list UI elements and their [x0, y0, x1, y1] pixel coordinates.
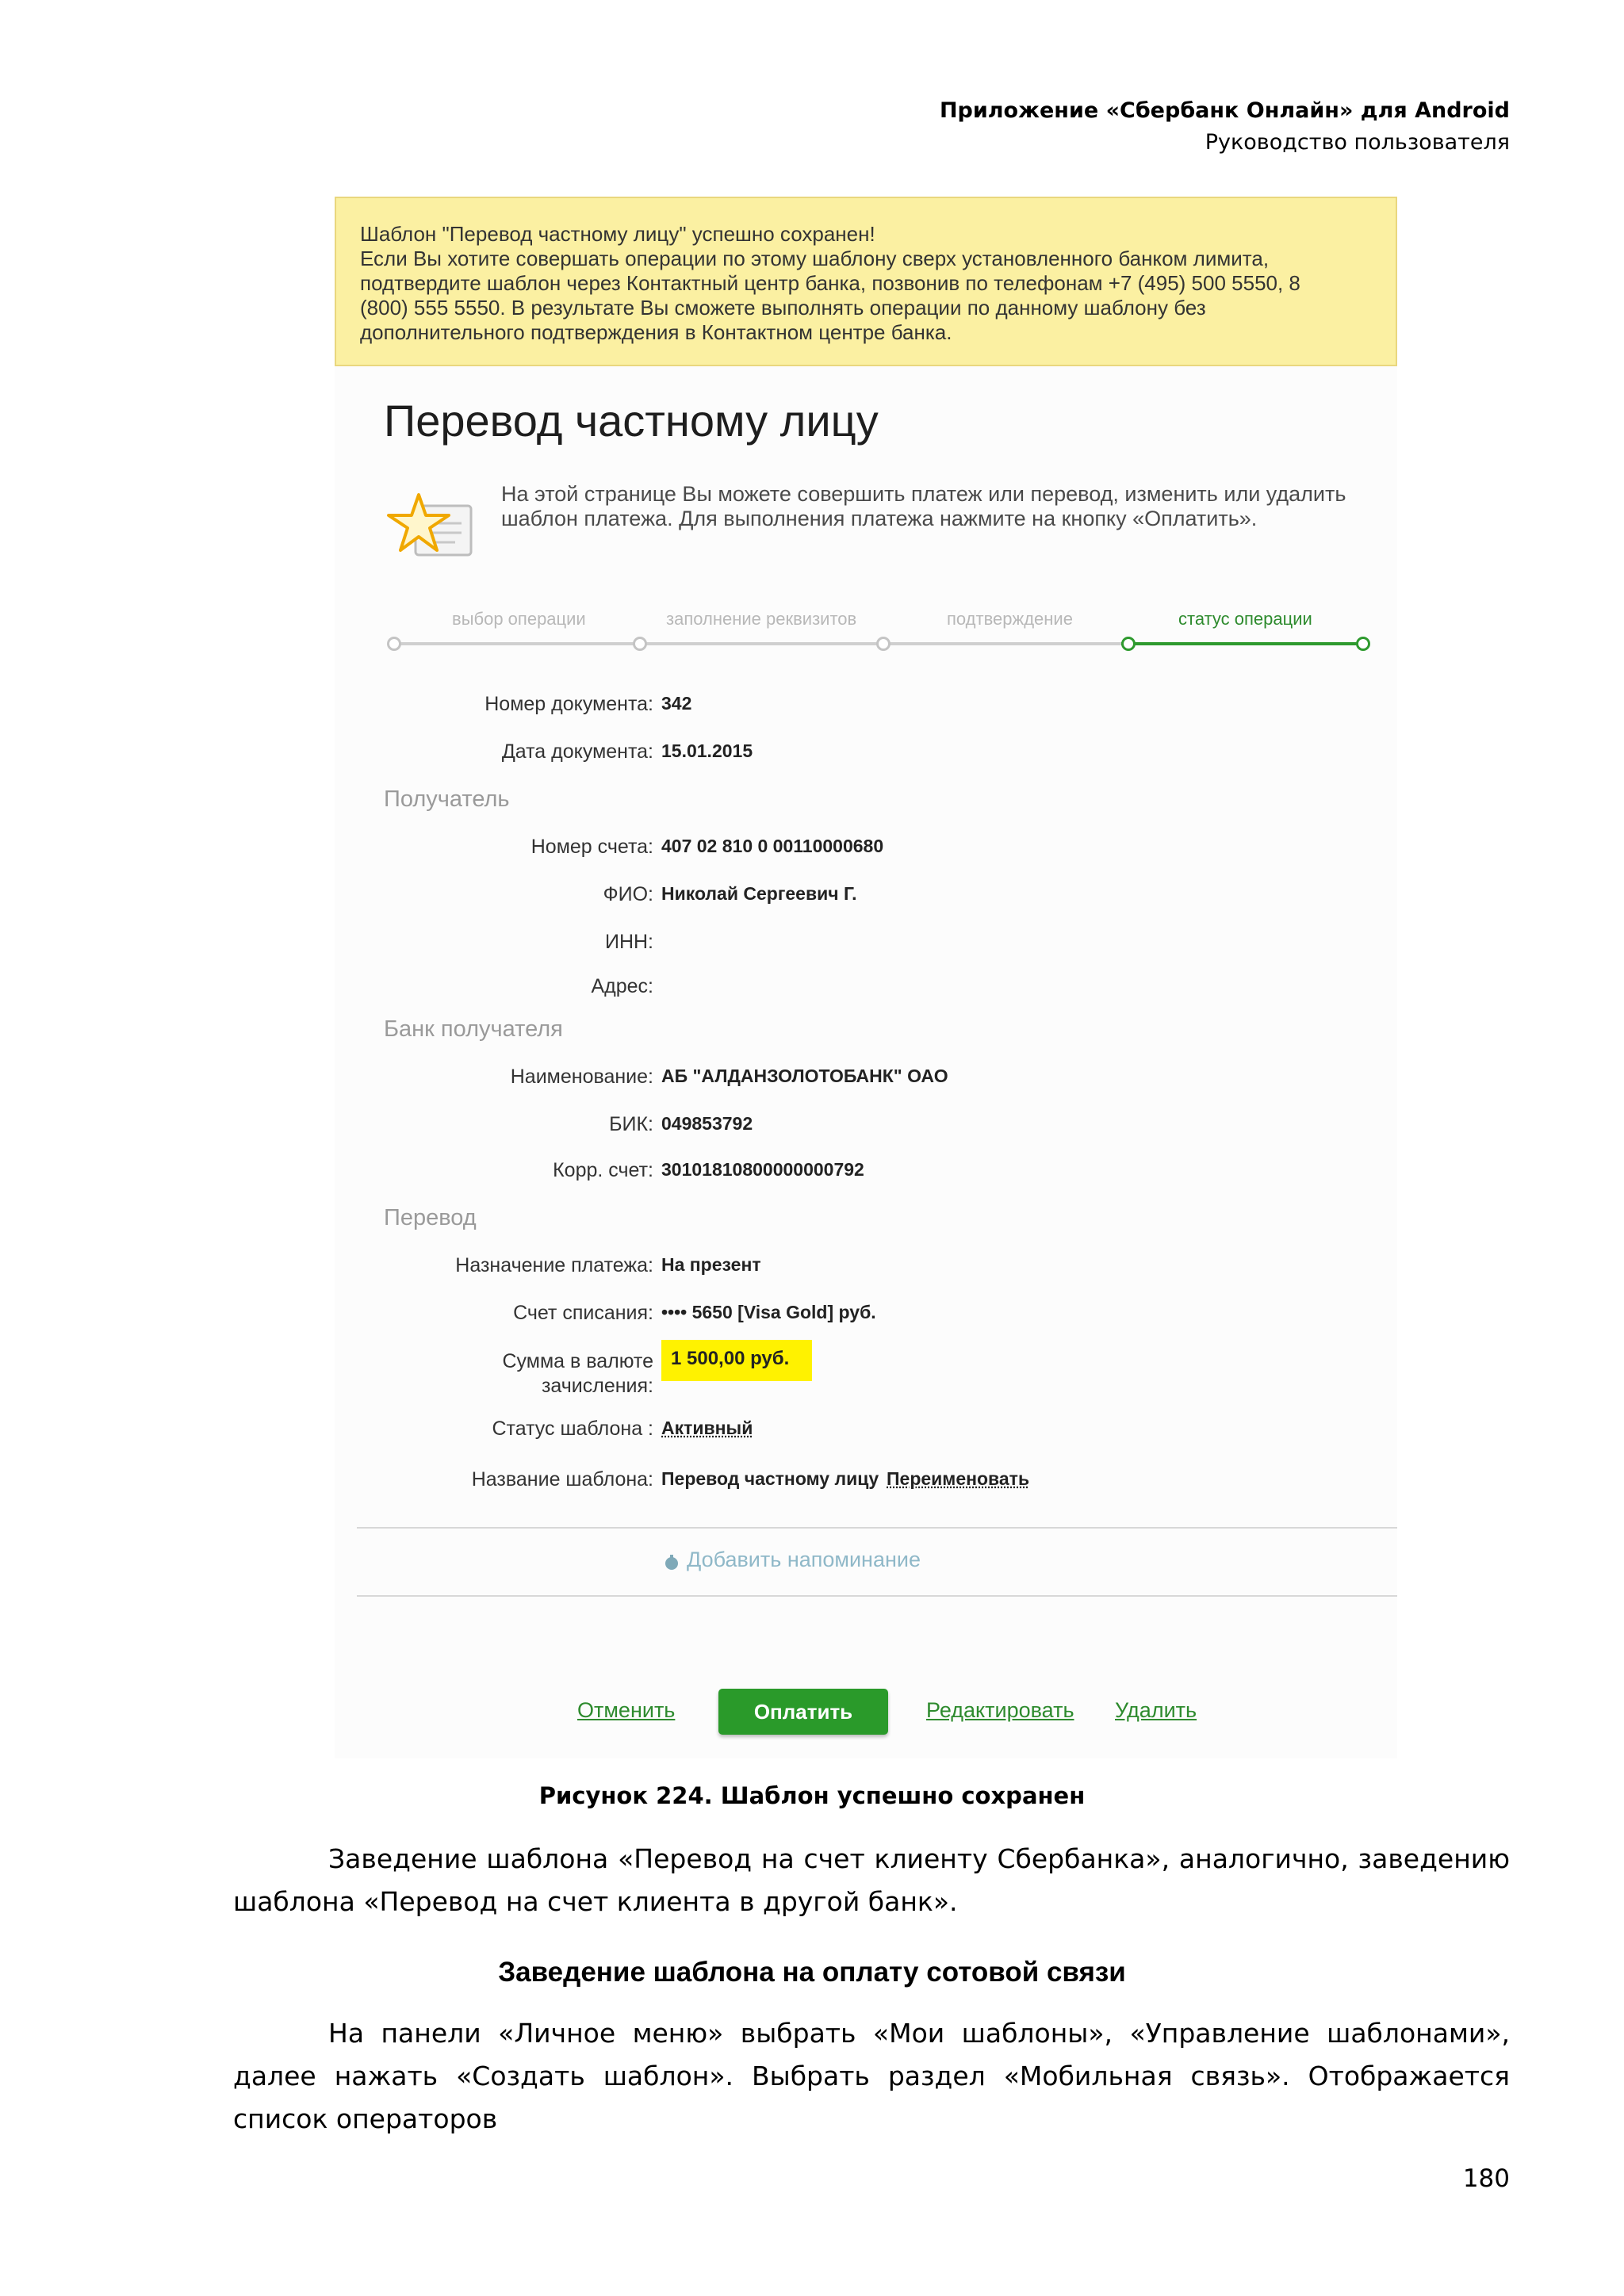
section-recipient: Получатель — [384, 786, 510, 812]
field-label: Номер документа: — [485, 693, 653, 715]
field-value: Николай Сергеевич Г. — [661, 883, 857, 904]
field-value: 342 — [661, 693, 692, 714]
field-label: Наименование: — [510, 1066, 653, 1088]
notice-line: (800) 555 5550. В результате Вы сможете … — [360, 296, 1206, 320]
field-label: Дата документа: — [501, 740, 653, 763]
field-purpose: Назначение платежа: На презент — [335, 1254, 1397, 1286]
reminder-label: Добавить напоминание — [687, 1548, 921, 1571]
status-link[interactable]: Активный — [661, 1418, 753, 1439]
figure-caption: Рисунок 224. Шаблон успешно сохранен — [538, 1782, 1086, 1809]
page-title: Перевод частному лицу — [384, 396, 879, 446]
step-track-active — [1121, 642, 1364, 645]
field-label: ФИО: — [603, 883, 653, 905]
field-bank-name: Наименование: АБ "АЛДАНЗОЛОТОБАНК" ОАО — [335, 1066, 1397, 1097]
embedded-screenshot: Шаблон "Перевод частному лицу" успешно с… — [335, 197, 1397, 1758]
field-value: 30101810800000000792 — [661, 1159, 864, 1180]
paragraph: Заведение шаблона «Перевод на счет клиен… — [233, 1838, 1510, 1923]
page-number: 180 — [1462, 2164, 1510, 2193]
step-label: заполнение реквизитов — [666, 609, 857, 629]
notice-line: дополнительного подтверждения в Контактн… — [360, 320, 952, 344]
field-label: ИНН: — [604, 931, 653, 953]
paragraph-text: На панели «Личное меню» выбрать «Мои шаб… — [233, 2018, 1510, 2134]
field-label: Корр. счет: — [553, 1159, 653, 1181]
amount-label-line: зачисления: — [541, 1375, 653, 1397]
field-doc-number: Номер документа: 342 — [335, 693, 1397, 725]
field-value: Перевод частному лицу — [661, 1468, 879, 1489]
rename-link[interactable]: Переименовать — [887, 1468, 1029, 1490]
field-bik: БИК: 049853792 — [335, 1113, 1397, 1145]
amount-highlight: 1 500,00 руб. — [661, 1340, 812, 1381]
field-debit-account: Счет списания: •••• 5650 [Visa Gold] руб… — [335, 1302, 1397, 1334]
field-value: •••• 5650 [Visa Gold] руб. — [661, 1302, 876, 1322]
notice-line: Если Вы хотите совершать операции по это… — [360, 247, 1270, 270]
divider — [357, 1595, 1397, 1597]
field-label: Номер счета: — [530, 836, 653, 858]
edit-link[interactable]: Редактировать — [926, 1698, 1074, 1723]
section-bank: Банк получателя — [384, 1016, 563, 1042]
step-label: подтверждение — [947, 609, 1073, 629]
add-reminder-link[interactable]: Добавить напоминание — [663, 1548, 921, 1572]
field-status: Статус шаблона : Активный — [335, 1418, 1397, 1449]
field-value: 049853792 — [661, 1113, 753, 1134]
amount-label-line: Сумма в валюте — [502, 1350, 654, 1372]
success-notice: Шаблон "Перевод частному лицу" успешно с… — [335, 197, 1397, 366]
step-label: выбор операции — [452, 609, 586, 629]
field-label: БИК: — [609, 1113, 653, 1135]
step-dot-active — [1356, 637, 1370, 651]
paragraph: На панели «Личное меню» выбрать «Мои шаб… — [233, 2012, 1510, 2141]
document-subtitle: Руководство пользователя — [1205, 130, 1510, 155]
section-heading: Заведение шаблона на оплату сотовой связ… — [498, 1957, 1126, 1988]
step-dot — [876, 637, 891, 651]
field-value: АБ "АЛДАНЗОЛОТОБАНК" ОАО — [661, 1066, 948, 1086]
field-label: Назначение платежа: — [455, 1254, 653, 1276]
star-document-icon — [384, 490, 479, 569]
intro-line: На этой странице Вы можете совершить пла… — [501, 482, 1346, 506]
notice-line: подтвердите шаблон через Контактный цент… — [360, 271, 1300, 295]
field-label: Название шаблона: — [471, 1468, 653, 1490]
field-amount: Сумма в валюте зачисления: — [335, 1349, 1397, 1405]
action-bar: Отменить Оплатить Редактировать Удалить — [335, 1689, 1397, 1736]
section-transfer: Перевод — [384, 1205, 477, 1230]
cancel-link[interactable]: Отменить — [577, 1698, 675, 1723]
delete-link[interactable]: Удалить — [1115, 1698, 1197, 1723]
step-label-active: статус операции — [1178, 609, 1312, 629]
intro-line: шаблон платежа. Для выполнения платежа н… — [501, 507, 1258, 530]
reminder-icon — [663, 1552, 680, 1570]
document-title: Приложение «Сбербанк Онлайн» для Android — [939, 98, 1510, 123]
field-template-name: Название шаблона: Перевод частному лицу … — [335, 1468, 1397, 1500]
field-label: Счет списания: — [513, 1302, 653, 1324]
step-dot — [633, 637, 647, 651]
pay-button[interactable]: Оплатить — [718, 1689, 888, 1735]
field-doc-date: Дата документа: 15.01.2015 — [335, 740, 1397, 772]
field-account: Номер счета: 407 02 810 0 00110000680 — [335, 836, 1397, 867]
divider — [357, 1527, 1397, 1529]
paragraph-text: Заведение шаблона «Перевод на счет клиен… — [233, 1843, 1510, 1917]
document-header: Приложение «Сбербанк Онлайн» для Android… — [940, 95, 1510, 159]
field-address: Адрес: — [335, 975, 1397, 1007]
intro-text: На этой странице Вы можете совершить пла… — [501, 482, 1373, 531]
field-value: 407 02 810 0 00110000680 — [661, 836, 884, 856]
field-value: На презент — [661, 1254, 761, 1275]
field-value: 15.01.2015 — [661, 740, 753, 761]
notice-line: Шаблон "Перевод частному лицу" успешно с… — [360, 222, 875, 246]
progress-stepper: выбор операции заполнение реквизитов под… — [387, 609, 1370, 656]
field-label: Статус шаблона : — [492, 1418, 653, 1440]
field-name: ФИО: Николай Сергеевич Г. — [335, 883, 1397, 915]
step-track — [392, 642, 1121, 645]
step-dot-active — [1121, 637, 1136, 651]
field-label: Адрес: — [591, 975, 653, 997]
field-inn: ИНН: — [335, 931, 1397, 962]
field-corr: Корр. счет: 30101810800000000792 — [335, 1159, 1397, 1191]
step-dot — [387, 637, 401, 651]
field-label: Сумма в валюте зачисления: — [503, 1349, 654, 1399]
